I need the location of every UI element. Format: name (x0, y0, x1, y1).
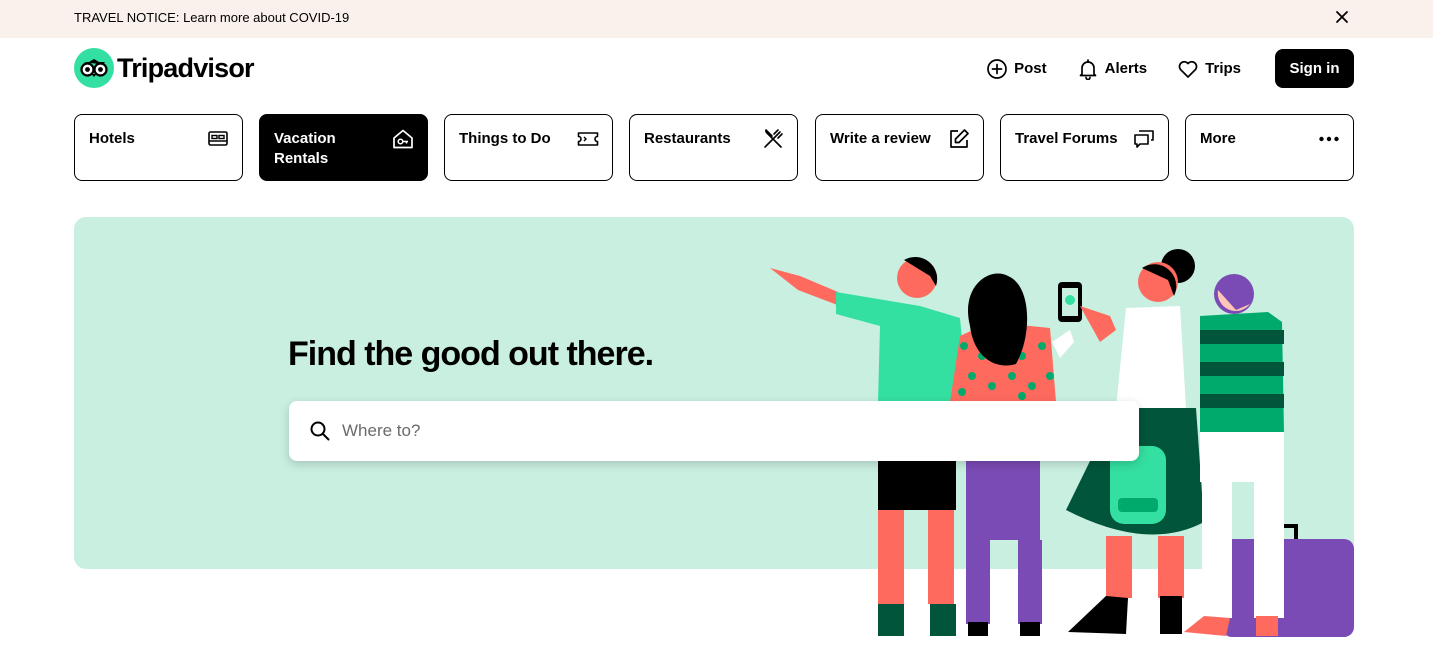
category-vacation-rentals[interactable]: Vacation Rentals (259, 114, 428, 181)
category-label: Travel Forums (1015, 130, 1118, 147)
edit-icon (950, 129, 969, 148)
tripadvisor-logo[interactable]: Tripadvisor (74, 48, 255, 88)
travel-notice-link[interactable]: TRAVEL NOTICE: Learn more about COVID-19 (74, 10, 349, 25)
phone-illustration (1058, 282, 1082, 322)
alerts-button[interactable]: Alerts (1067, 49, 1158, 88)
post-button[interactable]: Post (976, 49, 1057, 88)
bed-icon (208, 131, 228, 146)
more-dots-icon (1319, 136, 1339, 142)
category-travel-forums[interactable]: Travel Forums (1000, 114, 1169, 181)
search-icon (310, 421, 330, 441)
category-label: Write a review (830, 130, 931, 147)
heart-icon (1178, 60, 1198, 78)
header-actions: Post Alerts Trips Sign in (966, 49, 1354, 88)
category-hotels[interactable]: Hotels (74, 114, 243, 181)
travel-notice-bar: TRAVEL NOTICE: Learn more about COVID-19 (0, 0, 1433, 38)
category-label: Vacation Rentals (274, 130, 336, 167)
bell-icon (1079, 58, 1096, 80)
brand-name: Tripadvisor (117, 52, 255, 83)
hero-title: Find the good out there. (288, 335, 654, 373)
utensils-icon (764, 129, 783, 148)
category-things-to-do[interactable]: Things to Do (444, 114, 613, 181)
chat-bubbles-icon (1134, 130, 1154, 148)
category-label: Hotels (89, 130, 135, 147)
category-restaurants[interactable]: Restaurants (629, 114, 798, 181)
owl-eyes-icon (74, 48, 114, 88)
alerts-label: Alerts (1104, 60, 1148, 77)
category-label: More (1200, 130, 1236, 147)
house-key-icon (393, 129, 413, 149)
trips-label: Trips (1205, 60, 1241, 77)
plus-circle-icon (987, 58, 1007, 79)
category-nav: Hotels Vacation Rentals Things to Do Res… (74, 114, 1354, 181)
category-more[interactable]: More (1185, 114, 1354, 181)
post-label: Post (1014, 60, 1047, 77)
trips-button[interactable]: Trips (1167, 49, 1251, 88)
category-label: Things to Do (459, 130, 551, 147)
suitcase-illustration (1222, 524, 1354, 637)
search-input[interactable] (342, 421, 1102, 441)
search-bar[interactable] (289, 401, 1139, 461)
category-write-a-review[interactable]: Write a review (815, 114, 984, 181)
category-label: Restaurants (644, 130, 731, 147)
ticket-icon (577, 132, 599, 146)
sign-in-button[interactable]: Sign in (1275, 49, 1354, 88)
close-icon[interactable] (1333, 8, 1351, 26)
